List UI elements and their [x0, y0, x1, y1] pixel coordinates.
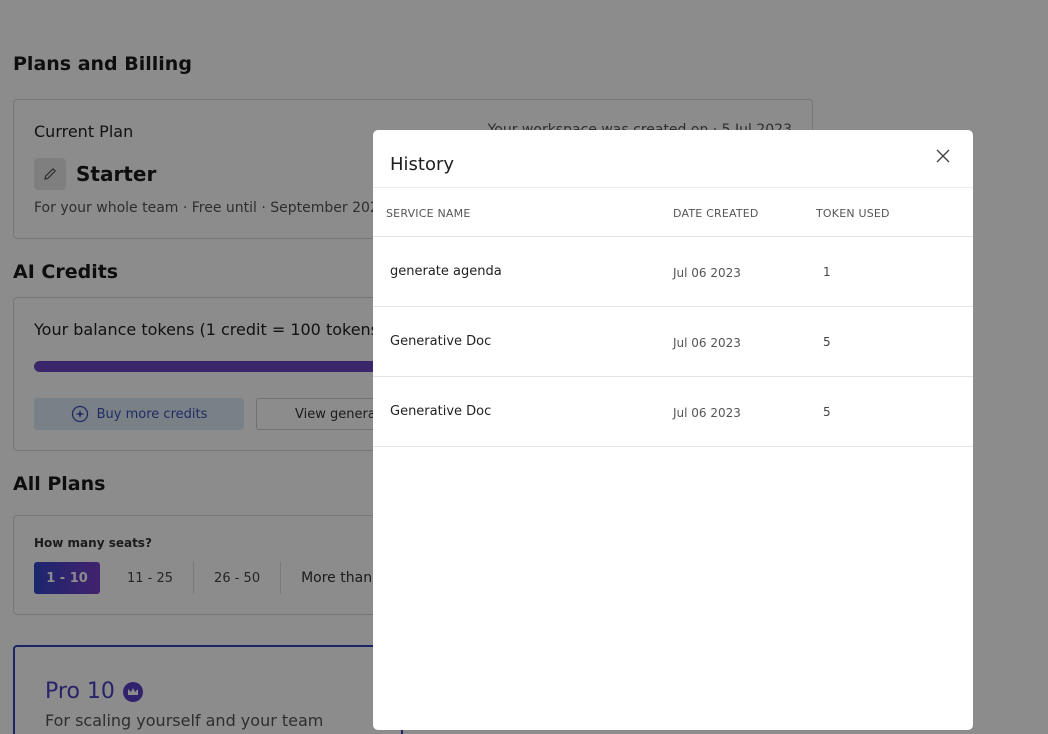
column-token-used: TOKEN USED: [816, 207, 890, 220]
column-service-name: SERVICE NAME: [386, 207, 471, 220]
table-row: generate agenda Jul 06 2023 1: [373, 237, 973, 307]
table-row: Generative Doc Jul 06 2023 5: [373, 307, 973, 377]
service-name-cell: Generative Doc: [390, 334, 492, 349]
column-date-created: DATE CREATED: [673, 207, 759, 220]
table-row: Generative Doc Jul 06 2023 5: [373, 377, 973, 447]
close-icon: [936, 149, 950, 163]
modal-title: History: [390, 154, 455, 175]
date-created-cell: Jul 06 2023: [673, 336, 741, 350]
history-table-header: SERVICE NAME DATE CREATED TOKEN USED: [373, 187, 973, 237]
date-created-cell: Jul 06 2023: [673, 266, 741, 280]
history-modal: History SERVICE NAME DATE CREATED TOKEN …: [373, 130, 973, 730]
close-button[interactable]: [933, 146, 953, 166]
token-used-cell: 5: [823, 405, 831, 419]
service-name-cell: generate agenda: [390, 264, 502, 279]
date-created-cell: Jul 06 2023: [673, 406, 741, 420]
service-name-cell: Generative Doc: [390, 404, 492, 419]
token-used-cell: 5: [823, 335, 831, 349]
token-used-cell: 1: [823, 265, 831, 279]
